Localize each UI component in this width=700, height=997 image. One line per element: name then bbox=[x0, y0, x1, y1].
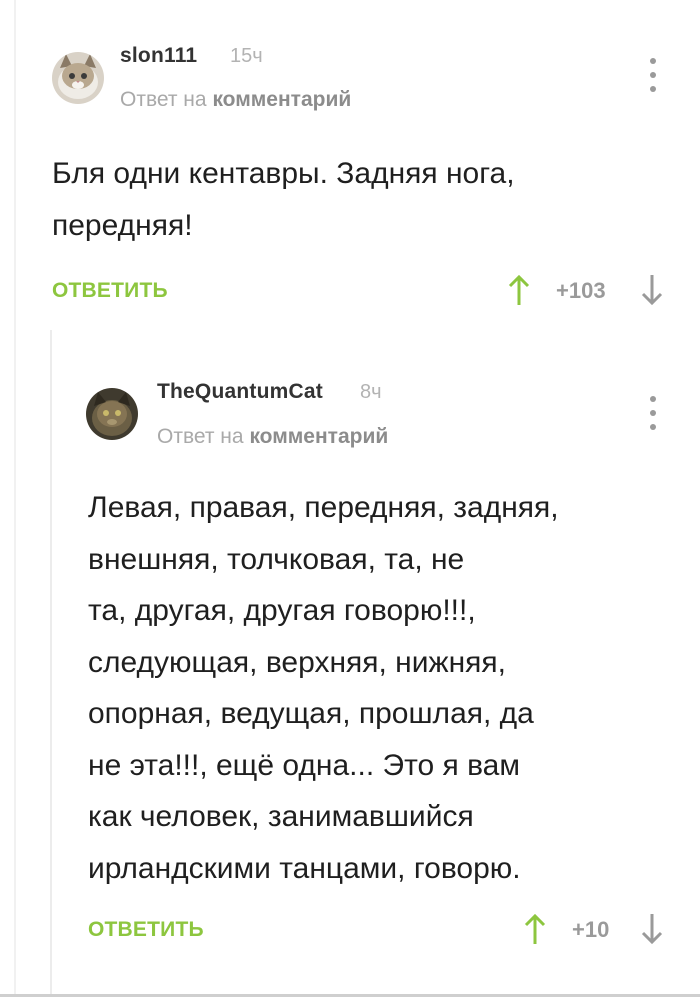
reply-context: Ответ на комментарий bbox=[157, 425, 388, 449]
comment-text: Левая, правая, передняя, задняя, внешняя… bbox=[88, 482, 559, 894]
comment-text-line: не эта!!!, ещё одна... Это я вам bbox=[88, 748, 520, 782]
reply-target-link[interactable]: комментарий bbox=[249, 425, 388, 448]
vote-score: +10 bbox=[572, 917, 610, 942]
comment-text: Бля одни кентавры. Задняя нога, передняя… bbox=[52, 148, 515, 252]
reply-button[interactable]: ОТВЕТИТЬ bbox=[52, 279, 168, 303]
reply-button[interactable]: ОТВЕТИТЬ bbox=[88, 918, 204, 942]
arrow-up-icon[interactable] bbox=[508, 274, 530, 306]
reply-prefix: Ответ на bbox=[157, 425, 244, 448]
arrow-down-icon[interactable] bbox=[641, 913, 663, 945]
thread-rail bbox=[14, 0, 16, 997]
arrow-down-icon[interactable] bbox=[641, 274, 663, 306]
comment-text-line: ирландскими танцами, говорю. bbox=[88, 851, 521, 885]
comment-text-line: следующая, верхняя, нижняя, bbox=[88, 645, 506, 679]
author-name[interactable]: slon111 bbox=[120, 44, 197, 68]
avatar[interactable] bbox=[86, 388, 138, 440]
comment-text-line: передняя! bbox=[52, 209, 193, 242]
comment-text-line: та, другая, другая говорю!!!, bbox=[88, 594, 476, 627]
reply-prefix: Ответ на bbox=[120, 88, 207, 111]
avatar[interactable] bbox=[52, 52, 104, 104]
comment-text-line: Бля одни кентавры. Задняя нога, bbox=[52, 157, 515, 190]
vertical-dots-icon[interactable] bbox=[647, 58, 659, 92]
author-name[interactable]: TheQuantumCat bbox=[157, 380, 323, 404]
reply-target-link[interactable]: комментарий bbox=[212, 88, 351, 111]
vote-score: +103 bbox=[556, 278, 606, 303]
nested-thread-rail bbox=[50, 330, 52, 997]
comment-text-line: опорная, ведущая, прошлая, да bbox=[88, 697, 534, 730]
vertical-dots-icon[interactable] bbox=[647, 396, 659, 430]
reply-context: Ответ на комментарий bbox=[120, 88, 351, 112]
arrow-up-icon[interactable] bbox=[524, 913, 546, 945]
comment-text-line: Левая, правая, передняя, задняя, bbox=[88, 491, 559, 524]
comment-text-line: как человек, занимавшийся bbox=[88, 800, 474, 833]
comment-text-line: внешняя, толчковая, та, не bbox=[88, 542, 465, 576]
comment-time: 15ч bbox=[230, 45, 263, 67]
comment-time: 8ч bbox=[360, 381, 382, 403]
